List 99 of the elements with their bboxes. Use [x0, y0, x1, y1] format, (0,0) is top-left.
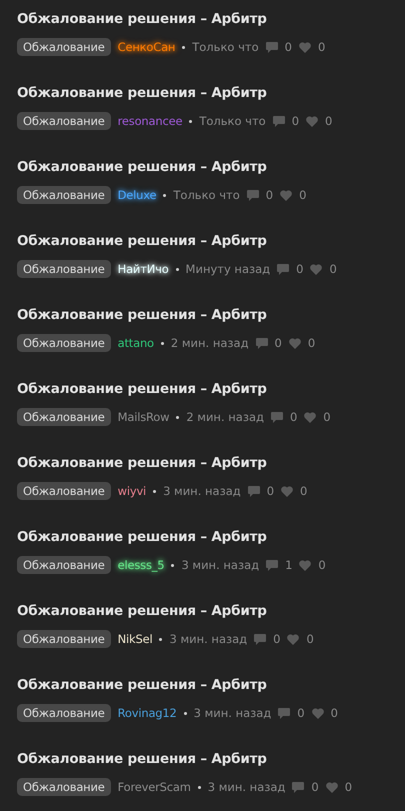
separator-dot	[176, 268, 179, 270]
reply-count: 1	[285, 558, 292, 572]
heart-icon	[312, 708, 324, 718]
thread-title[interactable]: Обжалование решения – Арбитр	[17, 233, 405, 249]
thread-title[interactable]: Обжалование решения – Арбитр	[17, 455, 405, 471]
comment-icon	[277, 264, 290, 274]
separator-dot	[163, 194, 166, 196]
reply-count: 0	[274, 336, 282, 350]
like-count: 0	[308, 336, 316, 350]
post-time: Только что	[173, 188, 240, 202]
heart-icon	[326, 782, 338, 792]
like-count: 0	[318, 40, 326, 54]
thread-tag[interactable]: Обжалование	[17, 112, 111, 130]
comment-icon	[248, 486, 260, 496]
thread-tag[interactable]: Обжалование	[17, 556, 111, 574]
reply-count: 0	[290, 410, 298, 424]
post-time: 2 мин. назад	[186, 410, 264, 424]
thread-title[interactable]: Обжалование решения – Арбитр	[17, 85, 405, 101]
comment-icon	[272, 116, 285, 126]
reply-count: 0	[284, 40, 292, 54]
heart-icon	[310, 264, 322, 274]
thread-tag[interactable]: Обжалование	[17, 334, 111, 352]
heart-icon	[306, 116, 318, 126]
heart-icon	[287, 634, 300, 644]
post-time: Только что	[199, 114, 266, 128]
comment-icon	[256, 338, 268, 348]
like-count: 0	[318, 558, 326, 572]
like-count: 0	[299, 188, 306, 202]
comment-icon	[278, 708, 290, 718]
thread-title[interactable]: Обжалование решения – Арбитр	[17, 677, 405, 693]
author-link[interactable]: Deluxe	[118, 188, 156, 202]
heart-icon	[304, 412, 316, 422]
post-time: Минуту назад	[186, 262, 270, 276]
comment-icon	[292, 782, 304, 792]
like-count: 0	[323, 410, 331, 424]
author-link[interactable]: СенкоСан	[118, 40, 176, 54]
separator-dot	[159, 638, 162, 640]
separator-dot	[160, 342, 164, 344]
comment-icon	[266, 560, 278, 570]
post-time: 3 мин. назад	[163, 484, 241, 498]
heart-icon	[281, 486, 294, 496]
reply-count: 0	[273, 632, 280, 646]
post-time: 3 мин. назад	[169, 632, 248, 646]
author-link[interactable]: wiyvi	[118, 484, 146, 498]
author-link[interactable]: ForeverScam	[118, 780, 191, 794]
author-link[interactable]: NikSel	[118, 632, 152, 646]
thread-title[interactable]: Обжалование решения – Арбитр	[17, 603, 405, 619]
heart-icon	[288, 338, 301, 348]
separator-dot	[176, 416, 180, 418]
thread-title[interactable]: Обжалование решения – Арбитр	[17, 381, 405, 397]
author-link[interactable]: resonancee	[118, 114, 182, 128]
separator-dot	[198, 786, 201, 788]
separator-dot	[171, 564, 174, 566]
thread-tag[interactable]: Обжалование	[17, 38, 111, 56]
reply-count: 0	[296, 262, 304, 276]
thread-title[interactable]: Обжалование решения – Арбитр	[17, 307, 405, 323]
author-link[interactable]: Rovinag12	[118, 706, 177, 720]
post-time: 3 мин. назад	[208, 780, 286, 794]
comment-icon	[270, 412, 283, 422]
thread-tag[interactable]: Обжалование	[17, 408, 111, 426]
like-count: 0	[329, 262, 337, 276]
heart-icon	[280, 190, 292, 200]
like-count: 0	[330, 706, 338, 720]
author-link[interactable]: elesss_5	[118, 558, 164, 572]
thread-tag[interactable]: Обжалование	[17, 630, 111, 648]
like-count: 0	[300, 484, 308, 498]
comment-icon	[254, 634, 266, 644]
reply-count: 0	[292, 114, 300, 128]
thread-tag[interactable]: Обжалование	[17, 482, 111, 500]
thread-title[interactable]: Обжалование решения – Арбитр	[17, 529, 405, 545]
like-count: 0	[306, 632, 314, 646]
thread-tag[interactable]: Обжалование	[17, 260, 111, 278]
post-time: Только что	[192, 40, 259, 54]
thread-title[interactable]: Обжалование решения – Арбитр	[17, 11, 405, 27]
thread-title[interactable]: Обжалование решения – Арбитр	[17, 751, 405, 767]
separator-dot	[184, 712, 187, 714]
reply-count: 0	[266, 484, 274, 498]
thread-tag[interactable]: Обжалование	[17, 186, 111, 204]
post-time: 3 мин. назад	[181, 558, 260, 572]
post-time: 3 мин. назад	[194, 706, 272, 720]
heart-icon	[299, 560, 312, 570]
like-count: 0	[344, 780, 352, 794]
separator-dot	[153, 490, 156, 492]
thread-tag[interactable]: Обжалование	[17, 778, 111, 796]
reply-count: 0	[266, 188, 274, 202]
comment-icon	[266, 42, 278, 52]
separator-dot	[189, 120, 192, 122]
comment-icon	[246, 190, 259, 200]
separator-dot	[182, 46, 186, 48]
reply-count: 0	[311, 780, 319, 794]
thread-tag[interactable]: Обжалование	[17, 704, 111, 722]
author-link[interactable]: attano	[118, 336, 154, 350]
like-count: 0	[325, 114, 332, 128]
reply-count: 0	[297, 706, 305, 720]
heart-icon	[298, 42, 311, 52]
thread-title[interactable]: Обжалование решения – Арбитр	[17, 159, 405, 175]
author-link[interactable]: НайтИчо	[118, 262, 169, 276]
post-time: 2 мин. назад	[170, 336, 249, 350]
author-link[interactable]: MailsRow	[118, 410, 170, 424]
